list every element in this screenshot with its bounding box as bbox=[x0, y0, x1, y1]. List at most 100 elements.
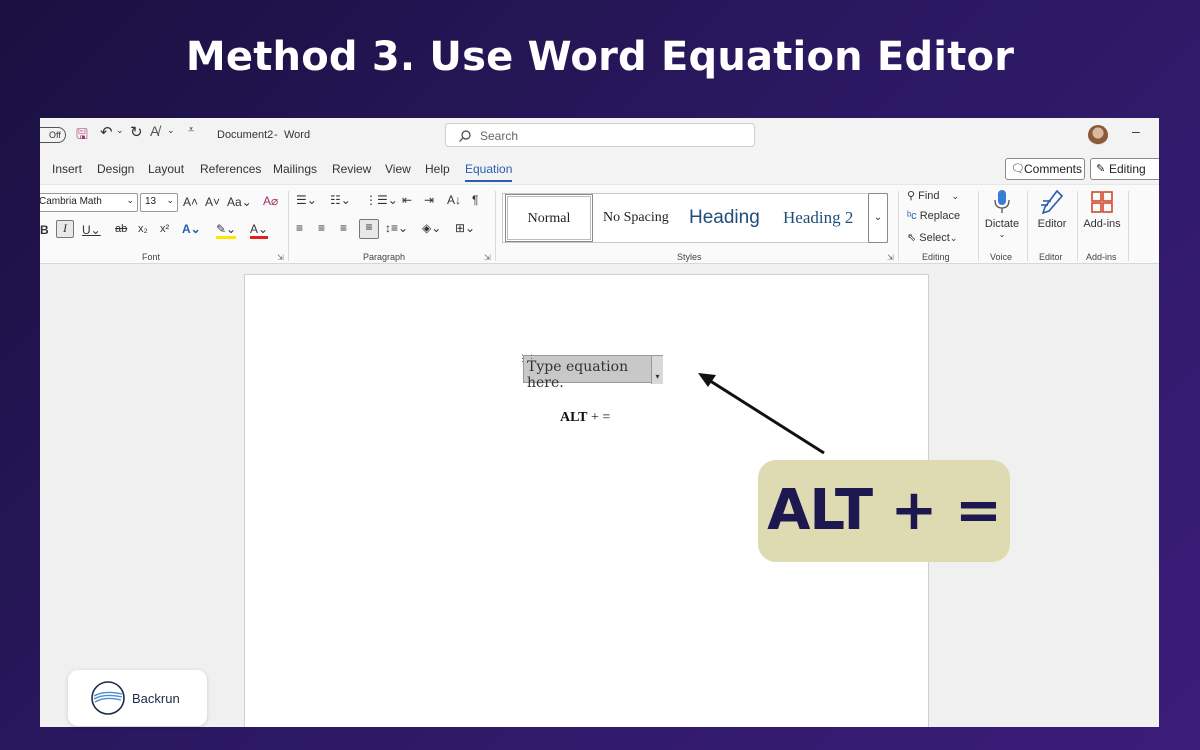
tab-help[interactable]: Help bbox=[425, 162, 450, 176]
italic-icon[interactable]: I bbox=[56, 220, 74, 238]
clear-formatting-icon[interactable]: A⌀ bbox=[263, 194, 278, 208]
equation-input[interactable]: ⋮⋮ Type equation here. ▾ bbox=[518, 354, 663, 391]
underline-icon[interactable]: U⌄ bbox=[82, 223, 101, 237]
align-left-icon[interactable]: ≡ bbox=[296, 221, 303, 235]
change-case-icon[interactable]: Aa⌄ bbox=[227, 195, 252, 209]
tab-equation[interactable]: Equation bbox=[465, 162, 513, 182]
grow-font-icon[interactable]: A˄ bbox=[183, 195, 198, 209]
undo-dropdown-icon[interactable]: ⌄ bbox=[116, 125, 124, 136]
autosave-state: Off bbox=[49, 130, 61, 140]
tab-review[interactable]: Review bbox=[332, 162, 371, 176]
paragraph-dialog-launcher-icon[interactable]: ⇲ bbox=[484, 253, 491, 262]
editing-mode-button[interactable]: ✎ Editing bbox=[1090, 158, 1159, 180]
spelling-dropdown-icon[interactable]: ⌄ bbox=[167, 125, 175, 136]
microphone-icon bbox=[994, 190, 1010, 213]
ribbon: Cambria Math ⌄ 13 ⌄ A˄ A˅ Aa⌄ A⌀ B I U⌄ … bbox=[40, 184, 1159, 264]
borders-icon[interactable]: ⊞⌄ bbox=[455, 221, 475, 235]
multilevel-list-icon[interactable]: ⋮☰⌄ bbox=[365, 193, 398, 207]
bold-icon[interactable]: B bbox=[40, 223, 49, 237]
chevron-down-icon: ⌄ bbox=[949, 233, 958, 243]
comment-icon: 🗨 bbox=[1011, 163, 1025, 175]
avatar[interactable] bbox=[1088, 125, 1108, 145]
customize-toolbar-icon[interactable]: ⩡ bbox=[188, 124, 194, 137]
tab-view[interactable]: View bbox=[385, 162, 411, 176]
brand-name: Backrun bbox=[132, 691, 180, 706]
style-heading-1[interactable]: Heading bbox=[689, 194, 773, 242]
justify-icon[interactable]: ≡ bbox=[359, 219, 379, 239]
comments-button[interactable]: 🗨 Comments bbox=[1005, 158, 1085, 180]
shading-icon[interactable]: ◈⌄ bbox=[422, 221, 441, 235]
editor-button[interactable]: Editor bbox=[1032, 189, 1072, 230]
search-input[interactable]: Search bbox=[445, 123, 755, 147]
tab-mailings[interactable]: Mailings bbox=[273, 162, 317, 176]
bullets-icon[interactable]: ☰⌄ bbox=[296, 193, 317, 207]
equation-placeholder: Type equation here. bbox=[527, 359, 629, 391]
text-effects-icon[interactable]: A⌄ bbox=[182, 222, 201, 236]
tab-design[interactable]: Design bbox=[97, 162, 134, 176]
dictate-button[interactable]: Dictate ⌄ bbox=[983, 189, 1021, 239]
styles-dialog-launcher-icon[interactable]: ⇲ bbox=[887, 253, 894, 262]
font-name-value: Cambria Math bbox=[40, 196, 102, 207]
style-heading-2[interactable]: Heading 2 bbox=[783, 194, 867, 242]
find-label: Find bbox=[918, 190, 940, 202]
search-icon bbox=[459, 130, 471, 142]
add-ins-group-label: Add-ins bbox=[1086, 252, 1117, 262]
align-center-icon[interactable]: ≡ bbox=[318, 221, 325, 235]
style-no-spacing[interactable]: No Spacing bbox=[603, 194, 685, 242]
styles-more-button[interactable]: ⌄ bbox=[868, 193, 888, 243]
divider bbox=[1027, 191, 1028, 261]
select-label: Select bbox=[919, 232, 950, 244]
tab-insert[interactable]: Insert bbox=[52, 162, 82, 176]
superscript-icon[interactable]: x² bbox=[160, 223, 169, 235]
document-title: Document2 bbox=[217, 129, 274, 141]
autosave-toggle[interactable]: Off bbox=[40, 127, 66, 143]
align-right-icon[interactable]: ≡ bbox=[340, 221, 347, 235]
pencil-icon: ✎ bbox=[1096, 163, 1106, 175]
redo-icon[interactable]: ↻ bbox=[130, 123, 143, 141]
document-text: ALT + = bbox=[560, 410, 610, 426]
style-normal[interactable]: Normal bbox=[505, 194, 593, 242]
paragraph-group-label: Paragraph bbox=[363, 252, 406, 262]
page-headline: Method 3. Use Word Equation Editor bbox=[185, 34, 1015, 80]
divider bbox=[495, 191, 496, 261]
editor-label: Editor bbox=[1037, 218, 1067, 230]
select-button[interactable]: ⇖ Select⌄ bbox=[907, 231, 957, 244]
font-color-icon[interactable]: A⌄ bbox=[250, 222, 269, 239]
decrease-indent-icon[interactable]: ⇤ bbox=[402, 193, 412, 207]
spelling-check-icon[interactable]: A̸ bbox=[150, 123, 159, 139]
undo-icon[interactable]: ↶ bbox=[100, 123, 113, 141]
numbering-icon[interactable]: ☷⌄ bbox=[330, 193, 351, 207]
add-ins-label: Add-ins bbox=[1083, 218, 1121, 230]
find-button[interactable]: ⚲ Find ⌄ bbox=[907, 189, 959, 202]
show-marks-icon[interactable]: ¶ bbox=[472, 193, 478, 207]
styles-group-label: Styles bbox=[677, 252, 702, 262]
pointer-arrow-icon bbox=[698, 373, 825, 455]
menu-tabs: Insert Design Layout References Mailings… bbox=[40, 156, 1159, 182]
strikethrough-icon[interactable]: ab bbox=[115, 223, 127, 235]
save-icon[interactable]: 🖫 bbox=[76, 124, 88, 148]
font-group-label: Font bbox=[142, 252, 161, 262]
increase-indent-icon[interactable]: ⇥ bbox=[424, 193, 434, 207]
chevron-down-icon: ⌄ bbox=[166, 195, 174, 205]
editor-pen-icon bbox=[1041, 189, 1064, 215]
replace-label: Replace bbox=[919, 210, 961, 222]
tab-references[interactable]: References bbox=[200, 162, 261, 176]
tab-layout[interactable]: Layout bbox=[148, 162, 184, 176]
voice-group-label: Voice bbox=[990, 252, 1013, 262]
font-dialog-launcher-icon[interactable]: ⇲ bbox=[277, 253, 284, 262]
title-separator: - bbox=[274, 129, 278, 141]
highlight-icon[interactable]: ✎⌄ bbox=[216, 222, 237, 239]
subscript-icon[interactable]: x₂ bbox=[138, 223, 148, 235]
line-spacing-icon[interactable]: ↕≡⌄ bbox=[385, 221, 408, 235]
sort-icon[interactable]: A↓ bbox=[447, 193, 461, 207]
add-ins-button[interactable]: Add-ins bbox=[1082, 189, 1122, 230]
font-size-select[interactable]: 13 ⌄ bbox=[140, 193, 178, 212]
font-name-select[interactable]: Cambria Math ⌄ bbox=[40, 193, 138, 212]
minimize-button[interactable]: – bbox=[1132, 123, 1140, 139]
styles-gallery: Normal No Spacing Heading Heading 2 bbox=[502, 193, 888, 243]
equation-options-dropdown[interactable]: ▾ bbox=[651, 356, 663, 384]
replace-button[interactable]: ᵇc Replace bbox=[907, 210, 960, 222]
shrink-font-icon[interactable]: A˅ bbox=[205, 195, 220, 209]
divider bbox=[1077, 191, 1078, 261]
drag-handle-icon[interactable]: ⋮⋮ bbox=[518, 354, 536, 370]
